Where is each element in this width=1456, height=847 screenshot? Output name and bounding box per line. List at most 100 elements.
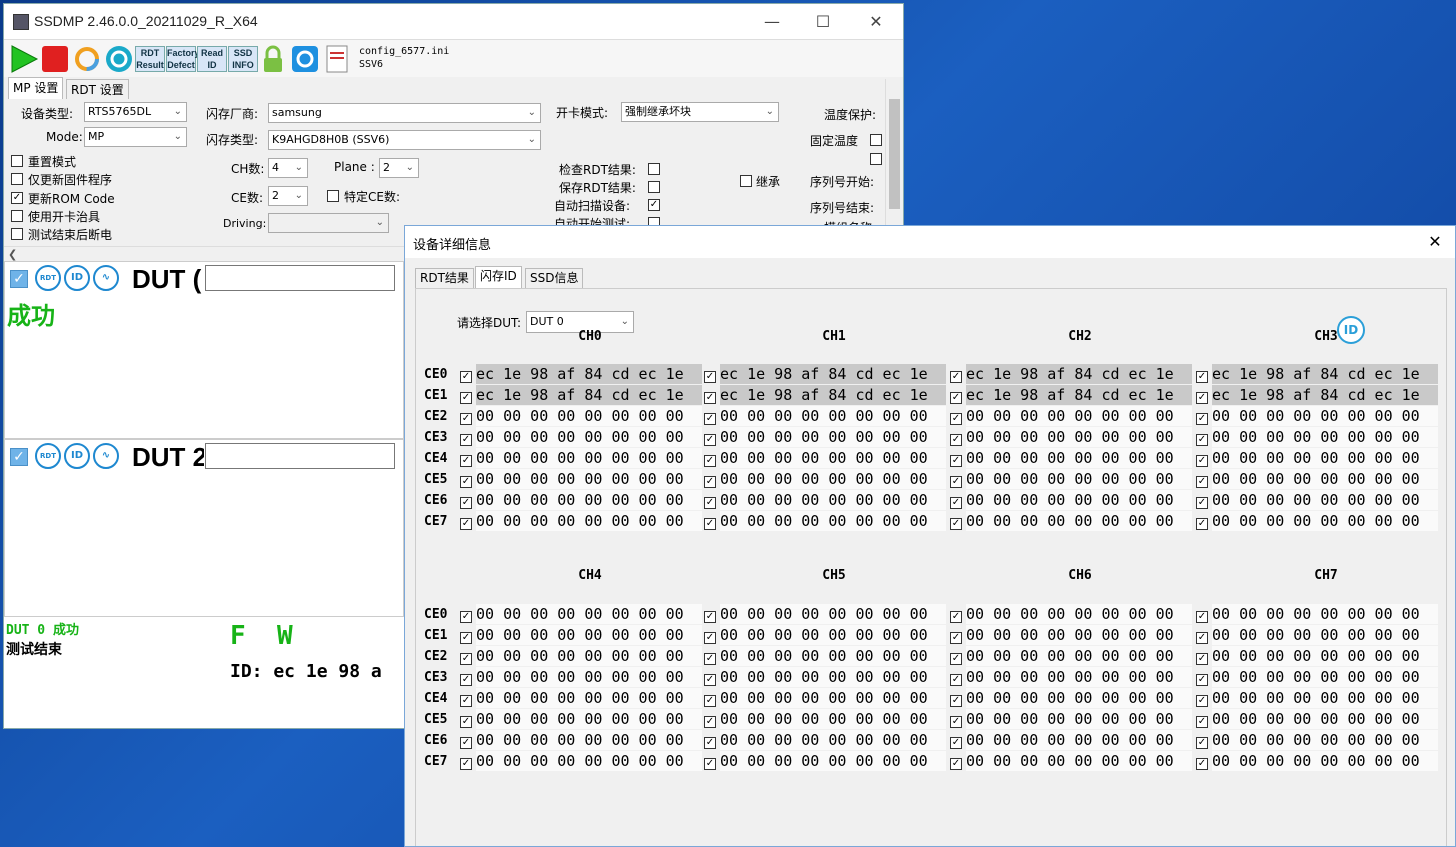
save-rdt-checkbox[interactable] <box>648 181 660 193</box>
ce-checkbox[interactable]: ✓ <box>1196 758 1208 770</box>
ce-checkbox[interactable]: ✓ <box>460 653 472 665</box>
ce-checkbox[interactable]: ✓ <box>950 455 962 467</box>
ce-checkbox[interactable]: ✓ <box>1196 632 1208 644</box>
ce-checkbox[interactable]: ✓ <box>1196 737 1208 749</box>
tab-flash-id[interactable]: 闪存ID <box>475 266 522 289</box>
stop-button[interactable] <box>40 44 70 74</box>
ce-checkbox[interactable]: ✓ <box>704 758 716 770</box>
dialog-titlebar[interactable]: 设备详细信息 ✕ <box>405 226 1455 258</box>
extra-checkbox[interactable] <box>870 153 882 165</box>
ce-checkbox[interactable]: ✓ <box>950 653 962 665</box>
ce-checkbox[interactable]: ✓ <box>950 737 962 749</box>
device-type-select[interactable]: RTS5765DL ⌄ <box>84 102 187 122</box>
dut1-input[interactable] <box>205 265 395 291</box>
ce-checkbox[interactable]: ✓ <box>460 434 472 446</box>
ce-checkbox[interactable]: ✓ <box>460 518 472 530</box>
ce-checkbox[interactable]: ✓ <box>704 611 716 623</box>
ce-checkbox[interactable]: ✓ <box>1196 611 1208 623</box>
settings-vscrollbar[interactable] <box>885 79 903 247</box>
rdt-icon[interactable]: RDT <box>35 265 61 291</box>
ce-checkbox[interactable]: ✓ <box>704 737 716 749</box>
ce-checkbox[interactable]: ✓ <box>460 371 472 383</box>
power-off-checkbox[interactable] <box>11 228 23 240</box>
waveform-icon[interactable]: ∿ <box>93 443 119 469</box>
ce-checkbox[interactable]: ✓ <box>950 674 962 686</box>
ce-checkbox[interactable]: ✓ <box>460 455 472 467</box>
specific-ce-checkbox[interactable] <box>327 190 339 202</box>
dut2-checkbox[interactable]: ✓ <box>10 448 28 466</box>
recycle-button[interactable] <box>104 44 134 74</box>
dut2-input[interactable] <box>205 443 395 469</box>
id-icon[interactable]: ID <box>64 443 90 469</box>
ssd-info-button[interactable]: SSD INFO <box>228 46 258 72</box>
ce-checkbox[interactable]: ✓ <box>1196 653 1208 665</box>
ce-checkbox[interactable]: ✓ <box>460 716 472 728</box>
ce-checkbox[interactable]: ✓ <box>460 392 472 404</box>
ce-checkbox[interactable]: ✓ <box>704 695 716 707</box>
refresh-button[interactable] <box>72 44 102 74</box>
start-button[interactable] <box>9 44 39 74</box>
ce-checkbox[interactable]: ✓ <box>704 653 716 665</box>
update-firmware-checkbox[interactable] <box>11 173 23 185</box>
scroll-thumb[interactable] <box>889 99 900 209</box>
driving-select[interactable]: ⌄ <box>268 213 389 233</box>
ce-checkbox[interactable]: ✓ <box>704 413 716 425</box>
fixed-temp-checkbox[interactable] <box>870 134 882 146</box>
ce-checkbox[interactable]: ✓ <box>950 716 962 728</box>
dut1-checkbox[interactable]: ✓ <box>10 270 28 288</box>
scroll-left-arrow[interactable]: ❮ <box>8 248 17 261</box>
ce-checkbox[interactable]: ✓ <box>950 695 962 707</box>
ce-checkbox[interactable]: ✓ <box>950 758 962 770</box>
ce-checkbox[interactable]: ✓ <box>460 413 472 425</box>
ce-checkbox[interactable]: ✓ <box>950 413 962 425</box>
use-fixture-checkbox[interactable] <box>11 210 23 222</box>
ce-checkbox[interactable]: ✓ <box>950 434 962 446</box>
ce-checkbox[interactable]: ✓ <box>704 716 716 728</box>
lock-button[interactable] <box>258 44 288 74</box>
ce-checkbox[interactable]: ✓ <box>704 392 716 404</box>
maximize-button[interactable]: ☐ <box>803 9 843 34</box>
ce-checkbox[interactable]: ✓ <box>704 455 716 467</box>
ce-checkbox[interactable]: ✓ <box>1196 695 1208 707</box>
ce-checkbox[interactable]: ✓ <box>950 371 962 383</box>
flash-type-select[interactable]: K9AHGD8H0B (SSV6) ⌄ <box>268 130 541 150</box>
plane-select[interactable]: 2 ⌄ <box>379 158 419 178</box>
ce-checkbox[interactable]: ✓ <box>950 476 962 488</box>
ce-checkbox[interactable]: ✓ <box>1196 476 1208 488</box>
ce-checkbox[interactable]: ✓ <box>460 632 472 644</box>
settings-button[interactable] <box>290 44 320 74</box>
ce-checkbox[interactable]: ✓ <box>460 737 472 749</box>
ce-checkbox[interactable]: ✓ <box>1196 518 1208 530</box>
inherit-checkbox[interactable] <box>740 175 752 187</box>
ce-checkbox[interactable]: ✓ <box>950 497 962 509</box>
ce-checkbox[interactable]: ✓ <box>460 695 472 707</box>
ce-checkbox[interactable]: ✓ <box>460 476 472 488</box>
rdt-result-button[interactable]: RDT Result <box>135 46 165 72</box>
flash-vendor-select[interactable]: samsung ⌄ <box>268 103 541 123</box>
ce-count-select[interactable]: 2 ⌄ <box>268 186 308 206</box>
ce-checkbox[interactable]: ✓ <box>704 434 716 446</box>
ce-checkbox[interactable]: ✓ <box>460 611 472 623</box>
ce-checkbox[interactable]: ✓ <box>1196 674 1208 686</box>
ce-checkbox[interactable]: ✓ <box>1196 455 1208 467</box>
ce-checkbox[interactable]: ✓ <box>704 518 716 530</box>
ce-checkbox[interactable]: ✓ <box>950 632 962 644</box>
open-mode-select[interactable]: 强制继承坏块 ⌄ <box>621 102 779 122</box>
ce-checkbox[interactable]: ✓ <box>1196 434 1208 446</box>
rdt-icon[interactable]: RDT <box>35 443 61 469</box>
read-id-button[interactable]: Read ID <box>197 46 227 72</box>
reset-mode-checkbox[interactable] <box>11 155 23 167</box>
ce-checkbox[interactable]: ✓ <box>1196 371 1208 383</box>
ce-checkbox[interactable]: ✓ <box>704 476 716 488</box>
update-rom-checkbox[interactable]: ✓ <box>11 192 23 204</box>
ce-checkbox[interactable]: ✓ <box>950 518 962 530</box>
minimize-button[interactable]: — <box>752 9 792 34</box>
ce-checkbox[interactable]: ✓ <box>460 674 472 686</box>
tab-mp-settings[interactable]: MP 设置 <box>8 77 64 99</box>
ce-checkbox[interactable]: ✓ <box>460 497 472 509</box>
id-icon[interactable]: ID <box>64 265 90 291</box>
tab-rdt-result[interactable]: RDT结果 <box>415 268 474 288</box>
ce-checkbox[interactable]: ✓ <box>704 632 716 644</box>
bin-file-button[interactable] <box>322 44 352 74</box>
auto-scan-checkbox[interactable]: ✓ <box>648 199 660 211</box>
